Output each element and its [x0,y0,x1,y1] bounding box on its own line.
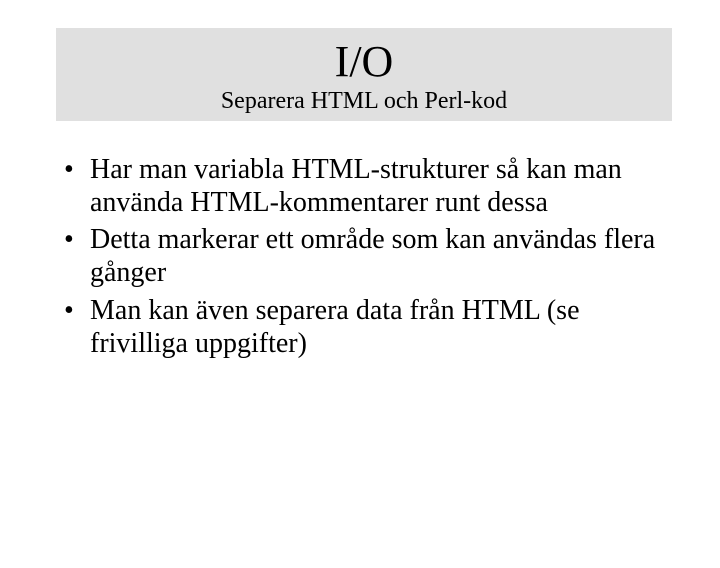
list-item: Har man variabla HTML-strukturer så kan … [60,153,660,219]
list-item: Detta markerar ett område som kan använd… [60,223,660,289]
list-item: Man kan även separera data från HTML (se… [60,294,660,360]
slide: I/O Separera HTML och Perl-kod Har man v… [0,28,720,568]
bullet-list: Har man variabla HTML-strukturer så kan … [60,153,660,359]
slide-subtitle: Separera HTML och Perl-kod [56,88,672,115]
slide-title: I/O [56,38,672,86]
title-block: I/O Separera HTML och Perl-kod [56,28,672,121]
